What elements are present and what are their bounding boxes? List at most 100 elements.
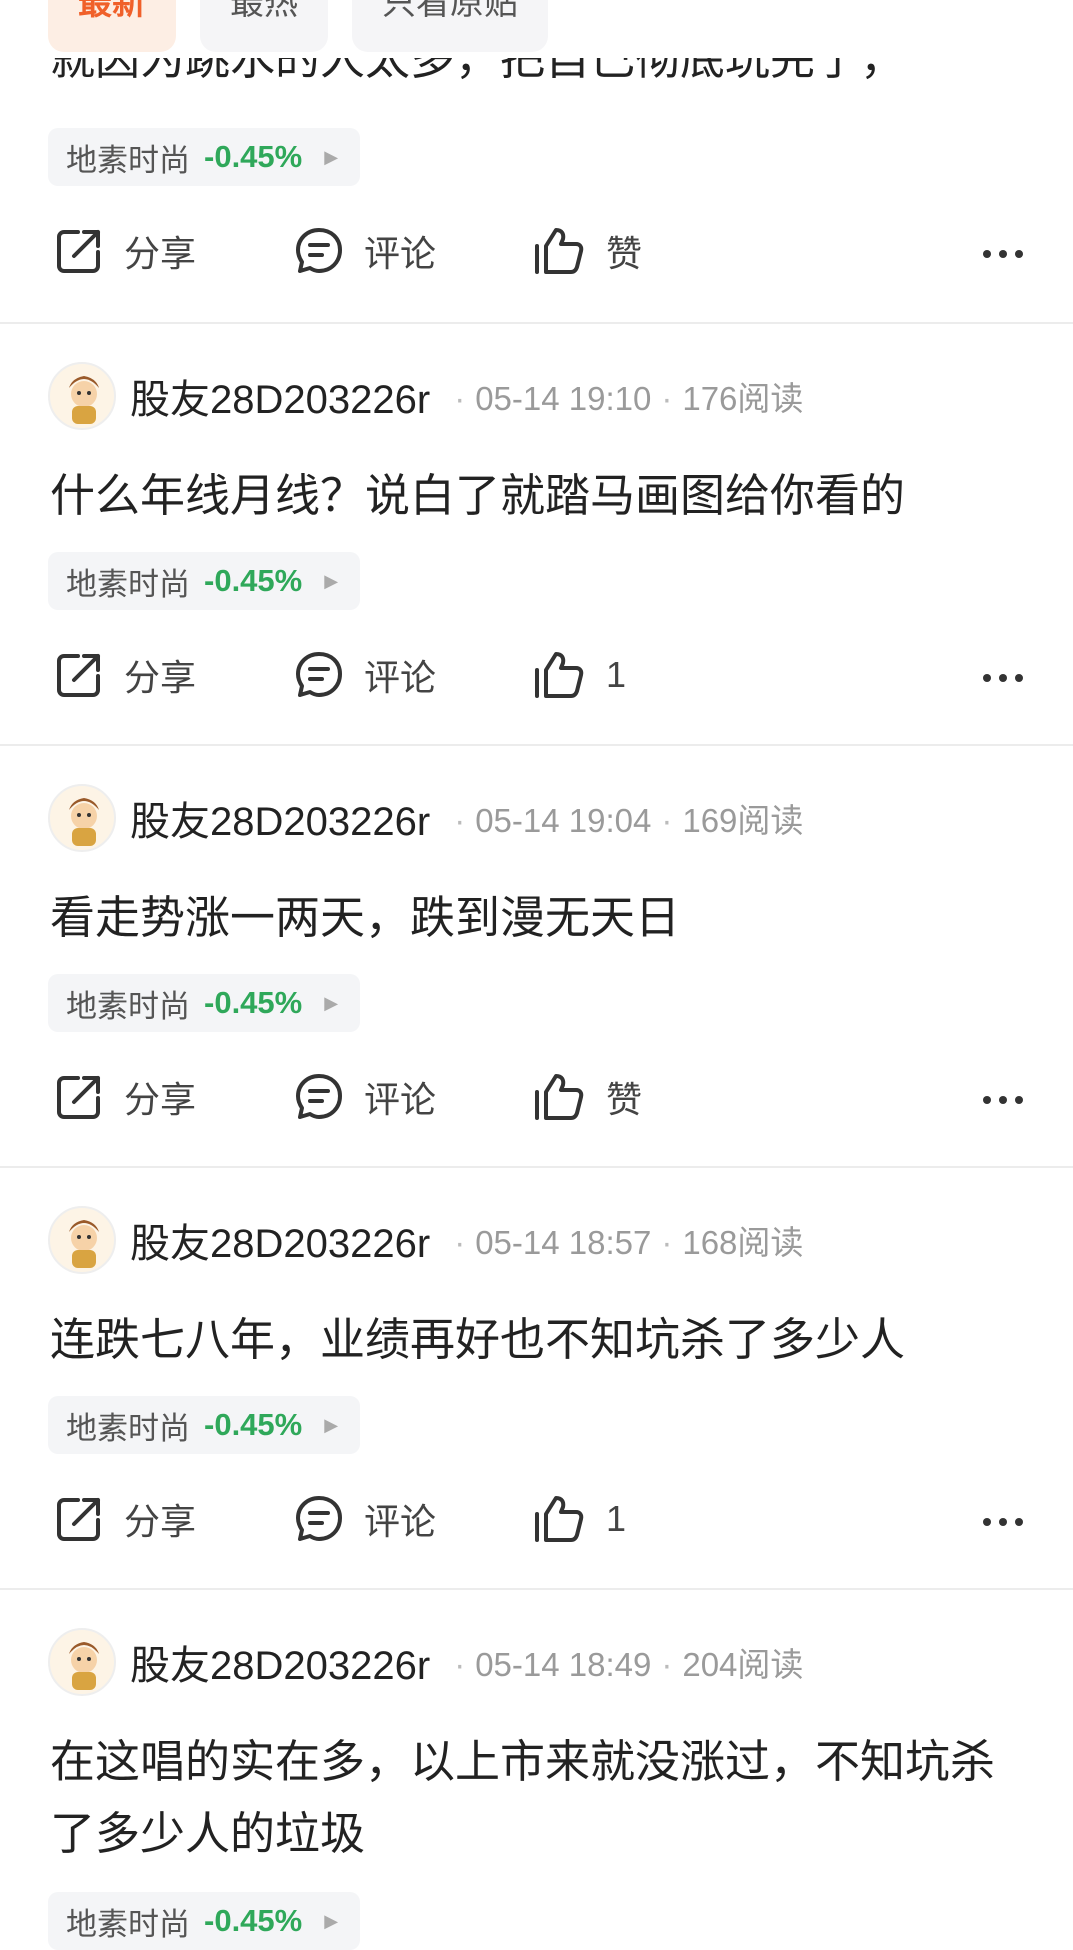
post-reads: 169阅读 (682, 802, 804, 839)
post-content-cut[interactable]: 就因为跳水的人太多，把自己彻底玩完了， (50, 58, 905, 88)
thumbs-up-icon (535, 1074, 584, 1120)
comment-button[interactable]: 评论 (292, 224, 436, 278)
tab-hottest[interactable]: 最热 (200, 0, 328, 52)
like-button[interactable]: 赞 (532, 1070, 642, 1124)
chevron-right-icon: ▶ (324, 1910, 339, 1931)
post-author[interactable]: 股友28D203226r · 05-14 19:04 · 169阅读 (48, 784, 803, 852)
share-label: 分享 (124, 1079, 197, 1120)
avatar[interactable] (48, 362, 116, 430)
post-item: 股友28D203226r · 05-14 19:04 · 169阅读 看走势涨一两天，… (0, 744, 1073, 1168)
author-name: 股友28D203226r (130, 378, 431, 422)
like-button[interactable]: 赞 (532, 224, 642, 278)
tab-latest[interactable]: 最新 (48, 0, 176, 52)
more-dot (983, 1518, 991, 1526)
chevron-right-icon: ▶ (324, 146, 339, 167)
stock-change: -0.45% (204, 1407, 303, 1442)
comment-label: 评论 (364, 1079, 437, 1120)
share-button[interactable]: 分享 (52, 1492, 196, 1546)
more-button[interactable] (983, 1070, 1023, 1130)
avatar[interactable] (48, 784, 116, 852)
post-time: 05-14 18:57 (475, 1224, 652, 1261)
like-button[interactable]: 1 (532, 648, 626, 702)
comment-icon (296, 1496, 342, 1541)
comment-label: 评论 (364, 1501, 437, 1542)
stock-change: -0.45% (204, 139, 303, 174)
post-item: 股友28D203226r · 05-14 18:57 · 168阅读 连跌七八年，业绩… (0, 1166, 1073, 1590)
more-dot (999, 1518, 1007, 1526)
post-content[interactable]: 看走势涨一两天，跌到漫无天日 (50, 882, 1030, 954)
more-dot (1015, 250, 1023, 258)
more-dot (999, 674, 1007, 682)
stock-tag[interactable]: 地素时尚 -0.45% ▶ (48, 974, 361, 1032)
stock-tag[interactable]: 地素时尚 -0.45% ▶ (48, 128, 361, 186)
like-label: 赞 (606, 233, 643, 274)
more-dot (1015, 1518, 1023, 1526)
avatar[interactable] (48, 1206, 116, 1274)
post-author[interactable]: 股友28D203226r · 05-14 19:10 · 176阅读 (48, 362, 803, 430)
more-dot (983, 1096, 991, 1104)
post-time: 05-14 18:49 (475, 1646, 652, 1683)
like-button[interactable]: 1 (532, 1492, 626, 1546)
thumbs-up-icon (535, 228, 584, 274)
comment-button[interactable]: 评论 (292, 648, 436, 702)
post-item: 股友28D203226r · 05-14 19:10 · 176阅读 什么年线月线？说… (0, 322, 1073, 746)
like-count: 1 (606, 1498, 627, 1539)
more-dot (983, 250, 991, 258)
comment-icon (296, 1074, 342, 1119)
post-actions: 分享 评论 1 (0, 1492, 1073, 1552)
stock-tag[interactable]: 地素时尚 -0.45% ▶ (48, 552, 361, 610)
stock-name: 地素时尚 (66, 142, 190, 178)
author-name: 股友28D203226r (130, 800, 431, 844)
stock-change: -0.45% (204, 985, 303, 1020)
share-label: 分享 (124, 1501, 197, 1542)
more-dot (999, 1096, 1007, 1104)
share-label: 分享 (124, 233, 197, 274)
stock-tag[interactable]: 地素时尚 -0.45% ▶ (48, 1396, 361, 1454)
stock-change: -0.45% (204, 1903, 303, 1938)
post-meta: · 05-14 19:04 · 169阅读 (454, 802, 804, 839)
chevron-right-icon: ▶ (324, 992, 339, 1013)
comment-label: 评论 (364, 657, 437, 698)
post-meta: · 05-14 18:49 · 204阅读 (454, 1646, 804, 1683)
stock-tag[interactable]: 地素时尚 -0.45% ▶ (48, 1892, 361, 1950)
share-icon (57, 1076, 100, 1119)
more-dot (999, 250, 1007, 258)
post-actions: 分享 评论 赞 (0, 1070, 1073, 1130)
share-label: 分享 (124, 657, 197, 698)
stock-name: 地素时尚 (66, 1906, 190, 1942)
post-content[interactable]: 在这唱的实在多，以上市来就没涨过，不知坑杀了多少人的垃圾 (50, 1726, 1030, 1870)
author-name: 股友28D203226r (130, 1222, 431, 1266)
filter-tabs: 最新 最热 只看原贴 (48, 0, 548, 52)
chevron-right-icon: ▶ (324, 570, 339, 591)
chevron-right-icon: ▶ (324, 1414, 339, 1435)
more-dot (1015, 1096, 1023, 1104)
comment-icon (296, 652, 342, 697)
more-button[interactable] (983, 224, 1023, 284)
post-reads: 176阅读 (682, 380, 804, 417)
post-content[interactable]: 什么年线月线？说白了就踏马画图给你看的 (50, 460, 1030, 532)
post-reads: 168阅读 (682, 1224, 804, 1261)
post-content[interactable]: 连跌七八年，业绩再好也不知坑杀了多少人 (50, 1304, 1030, 1376)
stock-name: 地素时尚 (66, 566, 190, 602)
tab-original-only[interactable]: 只看原贴 (352, 0, 548, 52)
stock-change: -0.45% (204, 563, 303, 598)
share-icon (57, 230, 100, 273)
share-button[interactable]: 分享 (52, 648, 196, 702)
comment-button[interactable]: 评论 (292, 1492, 436, 1546)
avatar[interactable] (48, 1628, 116, 1696)
share-button[interactable]: 分享 (52, 1070, 196, 1124)
thumbs-up-icon (535, 652, 584, 698)
like-label: 赞 (606, 1079, 643, 1120)
author-name: 股友28D203226r (130, 1644, 431, 1688)
more-button[interactable] (983, 1492, 1023, 1552)
post-actions: 分享 评论 1 (0, 648, 1073, 708)
post-time: 05-14 19:04 (475, 802, 652, 839)
post-author[interactable]: 股友28D203226r · 05-14 18:49 · 204阅读 (48, 1628, 803, 1696)
more-button[interactable] (983, 648, 1023, 708)
more-dot (983, 674, 991, 682)
comment-label: 评论 (364, 233, 437, 274)
share-button[interactable]: 分享 (52, 224, 196, 278)
post-reads: 204阅读 (682, 1646, 804, 1683)
comment-button[interactable]: 评论 (292, 1070, 436, 1124)
post-author[interactable]: 股友28D203226r · 05-14 18:57 · 168阅读 (48, 1206, 803, 1274)
